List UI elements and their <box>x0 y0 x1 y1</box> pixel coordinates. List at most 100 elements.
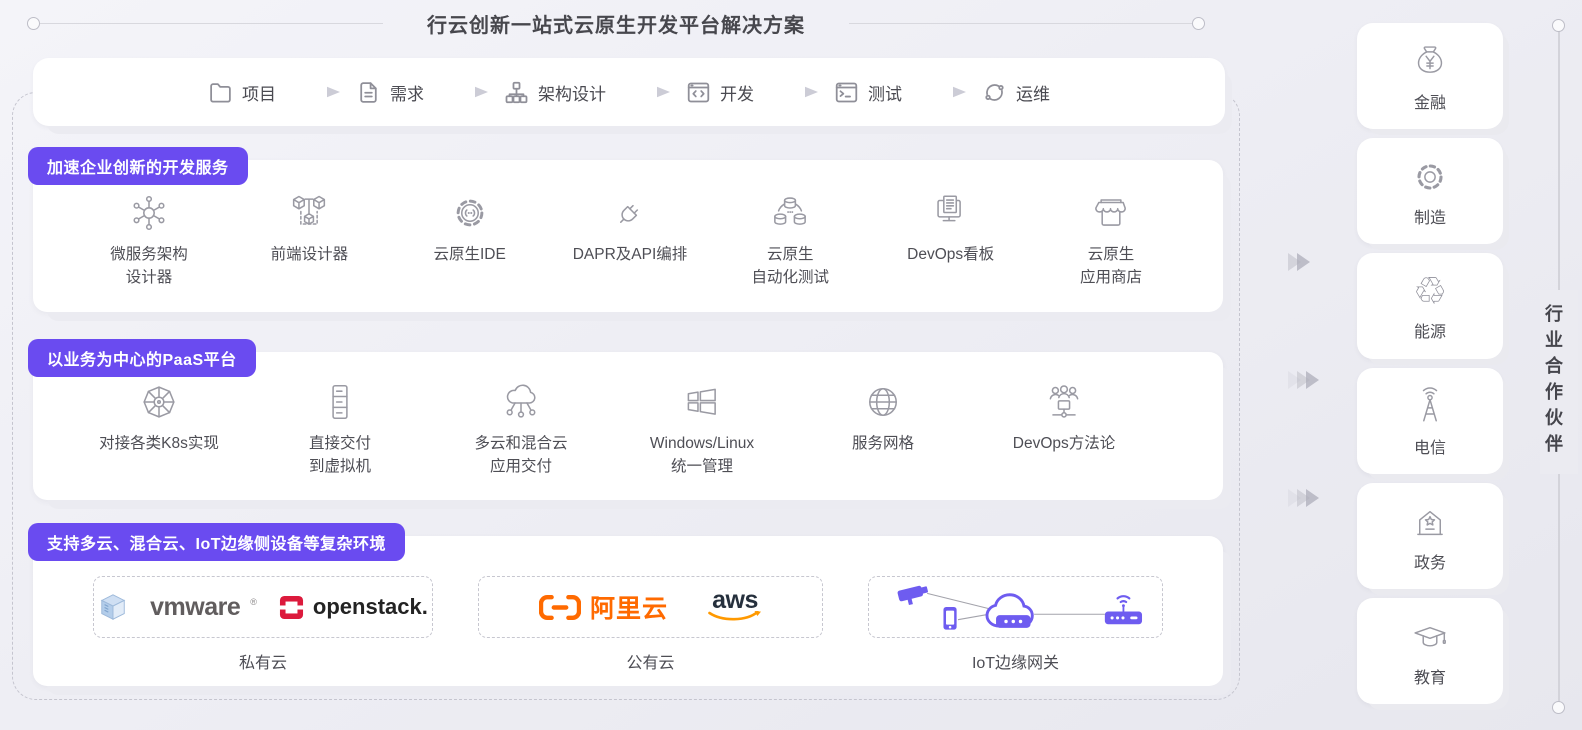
workflow-step-label: 测试 <box>868 84 902 104</box>
service-item-label: 云原生IDE <box>433 246 506 263</box>
recycle-icon: ♲ <box>1412 270 1448 313</box>
line-end-dot <box>1192 17 1205 30</box>
workflow-step-label: 开发 <box>720 84 754 104</box>
flow-arrow-icon <box>622 86 670 98</box>
env-label: IoT边缘网关 <box>971 655 1060 672</box>
service-item-microservice-designer: 微服务架构 设计器 <box>73 190 225 290</box>
industry-card-finance: 金融 <box>1357 23 1503 129</box>
iot-devices-icon <box>897 585 1142 630</box>
env-private-cloud: vmware ® openstack. 私有云 <box>93 576 433 673</box>
service-item-label: DevOps看板 <box>907 246 995 263</box>
openstack-logo: openstack. <box>278 594 428 620</box>
title-rule-right <box>849 23 1192 24</box>
public-cloud-box: 阿里云 aws <box>478 576 823 638</box>
workflow-step-project: 项目 <box>208 80 276 105</box>
wifi-router-icon <box>1104 595 1142 625</box>
panel-badge: 以业务为中心的PaaS平台 <box>28 339 256 377</box>
document-icon <box>360 81 377 103</box>
paas-item-label: DevOps方法论 <box>1012 435 1116 452</box>
solution-diagram: 行云创新一站式云原生开发平台解决方案 项目 需求 架构设计 开发 测试 运维 加… <box>0 0 1582 730</box>
panel-dev-services: 加速企业创新的开发服务 微服务架构 设计器 前端设计器 云原生IDE DAPR及… <box>28 147 1223 312</box>
paas-item-label: 多云和混合云 应用交付 <box>474 435 568 476</box>
storefront-icon <box>1095 199 1126 226</box>
env-public-cloud: 阿里云 aws 公有云 <box>478 576 823 673</box>
workflow-step-label: 架构设计 <box>538 84 606 104</box>
paas-item-win-linux: Windows/Linux 统一管理 <box>621 379 783 479</box>
forward-arrows-icon <box>1288 489 1319 507</box>
government-building-icon <box>1417 510 1443 535</box>
windows-icon <box>687 388 716 415</box>
server-rack-icon <box>332 384 348 420</box>
industry-card-government: 政务 <box>1357 483 1503 589</box>
industry-label: 教育 <box>1413 669 1446 687</box>
industry-label: 制造 <box>1413 209 1446 227</box>
flow-arrow-icon <box>770 86 818 98</box>
panel-paas-platform: 以业务为中心的PaaS平台 对接各类K8s实现 直接交付 到虚拟机 多云和混合云… <box>28 339 1223 500</box>
paas-item-k8s: 对接各类K8s实现 <box>78 379 240 455</box>
partner-rail-label: 行业合作伙伴 <box>1540 290 1578 474</box>
industry-label: 电信 <box>1413 439 1446 457</box>
service-item-auto-test: 云原生 自动化测试 <box>714 190 866 290</box>
private-cloud-box: vmware ® openstack. <box>93 576 433 638</box>
alicloud-logo: 阿里云 <box>538 589 668 625</box>
code-window-icon <box>687 82 710 102</box>
paas-item-label: Windows/Linux 统一管理 <box>649 435 755 476</box>
plug-icon <box>620 204 639 223</box>
env-iot-gateway: IoT边缘网关 <box>868 576 1163 673</box>
forward-arrows-icon <box>1288 253 1310 271</box>
paas-item-vm-delivery: 直接交付 到虚拟机 <box>259 379 421 479</box>
industry-label: 能源 <box>1413 323 1446 341</box>
team-icon <box>1049 385 1079 418</box>
industry-card-telecom: 电信 <box>1357 368 1503 474</box>
panel-environments: 支持多云、混合云、IoT边缘侧设备等复杂环境 vmware ® openstack… <box>28 523 1223 686</box>
industry-card-energy: ♲ 能源 <box>1357 253 1503 359</box>
alicloud-brackets-icon <box>538 594 581 620</box>
aws-logo: aws <box>708 587 762 624</box>
service-item-label: 微服务架构 设计器 <box>110 246 188 287</box>
workflow-step-develop: 开发 <box>686 80 754 105</box>
title-rule-left <box>40 23 383 24</box>
aws-smile-icon <box>708 611 761 621</box>
service-item-devops-board: DevOps看板 <box>875 190 1027 266</box>
service-item-label: 前端设计器 <box>270 246 349 263</box>
paas-item-label: 服务网格 <box>851 435 914 452</box>
page-title: 行云创新一站式云原生开发平台解决方案 <box>427 15 805 37</box>
env-label: 公有云 <box>626 655 675 672</box>
flow-arrow-icon <box>918 86 966 98</box>
iot-gateway-box <box>868 576 1163 638</box>
paas-item-label: 对接各类K8s实现 <box>99 435 219 452</box>
industry-label: 金融 <box>1413 94 1446 112</box>
service-item-frontend-designer: 前端设计器 <box>233 190 385 266</box>
panel-badge: 加速企业创新的开发服务 <box>28 147 248 185</box>
paas-item-label: 直接交付 到虚拟机 <box>308 435 371 476</box>
folder-icon <box>210 82 231 103</box>
title-row: 行云创新一站式云原生开发平台解决方案 <box>27 9 1205 38</box>
industry-sidebar: 金融 制造 ♲ 能源 电信 政务 教育 <box>1357 23 1503 713</box>
workflow-step-label: 项目 <box>242 84 276 104</box>
database-cluster-icon <box>774 197 807 225</box>
workflow-step-test: 测试 <box>834 80 902 105</box>
cubes-icon <box>293 195 326 225</box>
sitemap-icon <box>505 81 528 103</box>
gear-icon <box>1417 163 1443 190</box>
cloud-gateway-icon <box>985 593 1034 628</box>
cctv-camera-icon <box>897 585 928 606</box>
workflow-step-label: 需求 <box>390 84 424 104</box>
env-label: 私有云 <box>238 655 287 672</box>
service-item-label: 云原生 自动化测试 <box>751 246 830 287</box>
vmware-logo: vmware ® <box>150 592 257 621</box>
blue-server-box-icon <box>100 594 126 620</box>
paas-item-multicloud-delivery: 多云和混合云 应用交付 <box>440 379 602 479</box>
service-item-dapr-api: DAPR及API编排 <box>554 190 706 266</box>
money-bag-icon <box>1417 45 1443 73</box>
globe-icon <box>869 388 897 416</box>
openstack-mark-icon <box>278 595 304 619</box>
workflow-bar: 项目 需求 架构设计 开发 测试 运维 <box>33 58 1225 126</box>
monitor-document-icon <box>936 195 961 222</box>
paas-item-service-mesh: 服务网格 <box>802 379 964 455</box>
industry-label: 政务 <box>1413 554 1446 572</box>
panel-badge: 支持多云、混合云、IoT边缘侧设备等复杂环境 <box>28 523 405 561</box>
workflow-step-label: 运维 <box>1016 84 1050 104</box>
line-end-dot <box>1552 19 1565 32</box>
line-end-dot <box>1552 701 1565 714</box>
